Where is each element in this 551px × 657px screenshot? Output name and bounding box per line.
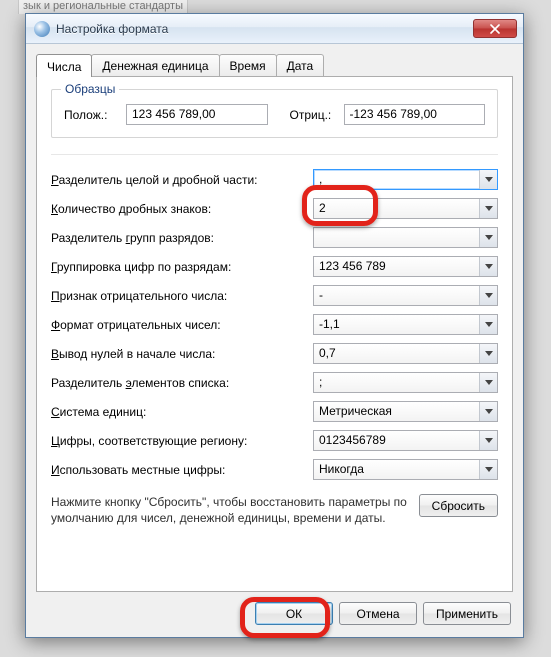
- combo-neg-sign[interactable]: -: [313, 285, 498, 306]
- dropdown-arrow[interactable]: [479, 257, 497, 276]
- chevron-down-icon: [485, 293, 493, 298]
- window-title: Настройка формата: [56, 22, 473, 36]
- close-button[interactable]: [473, 19, 517, 38]
- combo-measure[interactable]: Метрическая: [313, 401, 498, 422]
- combo-value: 0,7: [313, 343, 498, 364]
- dropdown-arrow[interactable]: [479, 199, 497, 218]
- combo-list-sep[interactable]: ;: [313, 372, 498, 393]
- chevron-down-icon: [485, 235, 493, 240]
- tab-date[interactable]: Дата: [276, 54, 325, 76]
- dropdown-arrow[interactable]: [479, 315, 497, 334]
- combo-value: 123 456 789: [313, 256, 498, 277]
- combo-decimal-digits[interactable]: 2: [313, 198, 498, 219]
- negative-sample: -123 456 789,00: [344, 104, 486, 125]
- row-measure: Система единиц: Метрическая: [51, 401, 498, 422]
- negative-label: Отриц.:: [290, 108, 336, 122]
- combo-decimal-sep[interactable]: ,: [313, 169, 498, 190]
- combo-digit-group[interactable]: 123 456 789: [313, 256, 498, 277]
- reset-area: Нажмите кнопку "Сбросить", чтобы восстан…: [51, 494, 498, 526]
- tabstrip: Числа Денежная единица Время Дата: [36, 52, 513, 76]
- row-list-sep: Разделитель элементов списка: ;: [51, 372, 498, 393]
- label-measure: Система единиц:: [51, 405, 313, 419]
- close-icon: [490, 24, 500, 34]
- client-area: Числа Денежная единица Время Дата Образц…: [26, 44, 523, 637]
- tab-time[interactable]: Время: [219, 54, 277, 76]
- combo-neg-format[interactable]: -1,1: [313, 314, 498, 335]
- positive-label: Полож.:: [64, 108, 118, 122]
- dropdown-arrow[interactable]: [479, 344, 497, 363]
- separator: [51, 154, 498, 155]
- chevron-down-icon: [485, 264, 493, 269]
- label-native-digits: Цифры, соответствующие региону:: [51, 434, 313, 448]
- row-leading-zero: Вывод нулей в начале числа: 0,7: [51, 343, 498, 364]
- combo-value: Никогда: [313, 459, 498, 480]
- tab-numbers[interactable]: Числа: [36, 54, 92, 77]
- combo-value: ,: [313, 169, 498, 190]
- tabpane-numbers: Образцы Полож.: 123 456 789,00 Отриц.: -…: [36, 76, 513, 592]
- dropdown-arrow[interactable]: [479, 286, 497, 305]
- combo-native-digits[interactable]: 0123456789: [313, 430, 498, 451]
- row-decimal-sep: Разделитель целой и дробной части: ,: [51, 169, 498, 190]
- dropdown-arrow[interactable]: [479, 373, 497, 392]
- titlebar[interactable]: Настройка формата: [26, 14, 523, 44]
- label-use-native: Использовать местные цифры:: [51, 463, 313, 477]
- tab-currency[interactable]: Денежная единица: [91, 54, 219, 76]
- dropdown-arrow[interactable]: [479, 431, 497, 450]
- label-leading-zero: Вывод нулей в начале числа:: [51, 347, 313, 361]
- combo-value: -1,1: [313, 314, 498, 335]
- combo-value: -: [313, 285, 498, 306]
- combo-value: ;: [313, 372, 498, 393]
- chevron-down-icon: [485, 177, 493, 182]
- reset-button[interactable]: Сбросить: [419, 494, 498, 517]
- tab-label: Числа: [47, 60, 81, 74]
- row-neg-sign: Признак отрицательного числа: -: [51, 285, 498, 306]
- chevron-down-icon: [485, 380, 493, 385]
- row-neg-format: Формат отрицательных чисел: -1,1: [51, 314, 498, 335]
- tab-label: Денежная единица: [102, 59, 208, 73]
- globe-icon: [34, 21, 50, 37]
- label-digit-group: Группировка цифр по разрядам:: [51, 260, 313, 274]
- ok-button[interactable]: ОК: [255, 602, 333, 625]
- samples-group: Образцы Полож.: 123 456 789,00 Отриц.: -…: [51, 89, 498, 138]
- chevron-down-icon: [485, 351, 493, 356]
- dialog-footer: ОК Отмена Применить: [36, 592, 513, 627]
- label-decimal-digits: Количество дробных знаков:: [51, 202, 313, 216]
- combo-value: [313, 227, 498, 248]
- dropdown-arrow[interactable]: [479, 460, 497, 479]
- reset-text: Нажмите кнопку "Сбросить", чтобы восстан…: [51, 494, 409, 526]
- dialog-window: Настройка формата Числа Денежная единица…: [25, 13, 524, 638]
- chevron-down-icon: [485, 206, 493, 211]
- combo-use-native[interactable]: Никогда: [313, 459, 498, 480]
- chevron-down-icon: [485, 467, 493, 472]
- row-digit-group: Группировка цифр по разрядам: 123 456 78…: [51, 256, 498, 277]
- dropdown-arrow[interactable]: [479, 228, 497, 247]
- combo-value: 0123456789: [313, 430, 498, 451]
- positive-sample: 123 456 789,00: [126, 104, 268, 125]
- label-group-sep: Разделитель групп разрядов:: [51, 231, 313, 245]
- row-use-native: Использовать местные цифры: Никогда: [51, 459, 498, 480]
- chevron-down-icon: [485, 438, 493, 443]
- combo-value: Метрическая: [313, 401, 498, 422]
- dropdown-arrow[interactable]: [479, 170, 497, 189]
- form-rows: Разделитель целой и дробной части: , Кол…: [51, 169, 498, 480]
- row-decimal-digits: Количество дробных знаков: 2: [51, 198, 498, 219]
- samples-legend: Образцы: [61, 82, 119, 96]
- chevron-down-icon: [485, 322, 493, 327]
- tab-label: Дата: [287, 59, 314, 73]
- row-group-sep: Разделитель групп разрядов:: [51, 227, 498, 248]
- label-list-sep: Разделитель элементов списка:: [51, 376, 313, 390]
- chevron-down-icon: [485, 409, 493, 414]
- dropdown-arrow[interactable]: [479, 402, 497, 421]
- row-native-digits: Цифры, соответствующие региону: 01234567…: [51, 430, 498, 451]
- label-neg-format: Формат отрицательных чисел:: [51, 318, 313, 332]
- combo-value: 2: [313, 198, 498, 219]
- label-decimal-sep: Разделитель целой и дробной части:: [51, 173, 313, 187]
- label-neg-sign: Признак отрицательного числа:: [51, 289, 313, 303]
- tab-label: Время: [230, 59, 266, 73]
- cancel-button[interactable]: Отмена: [339, 602, 417, 625]
- combo-group-sep[interactable]: [313, 227, 498, 248]
- combo-leading-zero[interactable]: 0,7: [313, 343, 498, 364]
- apply-button[interactable]: Применить: [423, 602, 511, 625]
- background-window-title: зык и региональные стандарты: [18, 0, 188, 14]
